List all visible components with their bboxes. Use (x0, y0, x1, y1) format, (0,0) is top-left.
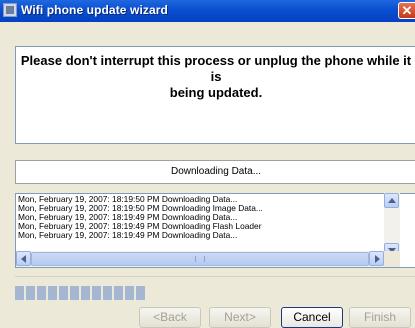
wizard-window: Wifi phone update wizard ✕ Please don't … (0, 0, 415, 328)
scroll-right-button[interactable] (369, 251, 384, 266)
arrow-left-icon (21, 255, 26, 263)
scroll-left-button[interactable] (16, 251, 31, 266)
status-text: Downloading Data... (170, 166, 262, 177)
status-field: Downloading Data... (15, 160, 415, 184)
horizontal-scroll-thumb[interactable] (31, 252, 369, 266)
warning-line-1: Please don't interrupt this process or u… (20, 53, 412, 84)
progress-segment (37, 286, 46, 300)
cancel-button[interactable]: Cancel (281, 307, 343, 328)
log-horizontal-scrollbar[interactable] (16, 251, 384, 267)
arrow-up-icon (388, 198, 396, 203)
separator (15, 276, 415, 277)
progress-segment (114, 286, 123, 300)
progress-segment (26, 286, 35, 300)
progress-segment (81, 286, 90, 300)
close-button[interactable]: ✕ (398, 2, 415, 19)
progress-segment (48, 286, 57, 300)
progress-segment (125, 286, 134, 300)
progress-bar (15, 286, 415, 300)
progress-segment (103, 286, 112, 300)
finish-button[interactable]: Finish (349, 307, 411, 328)
next-button[interactable]: Next> (209, 307, 271, 328)
progress-segment (136, 286, 145, 300)
scroll-up-button[interactable] (384, 193, 399, 208)
title-bar[interactable]: Wifi phone update wizard ✕ (0, 0, 415, 22)
grip-icon (195, 256, 205, 262)
progress-segment (70, 286, 79, 300)
progress-segment (59, 286, 68, 300)
log-vertical-scrollbar[interactable] (384, 193, 400, 258)
arrow-right-icon (375, 255, 380, 263)
scrollbar-corner (384, 251, 400, 267)
log-line: Mon, February 19, 2007: 18:19:49 PM Down… (18, 230, 238, 240)
window-title: Wifi phone update wizard (21, 3, 168, 17)
warning-message: Please don't interrupt this process or u… (16, 53, 415, 101)
close-icon: ✕ (401, 3, 413, 18)
app-window-icon (3, 3, 17, 17)
back-button[interactable]: <Back (139, 307, 201, 328)
warning-line-2: being updated. (169, 85, 263, 100)
progress-segment (92, 286, 101, 300)
progress-segment (15, 286, 24, 300)
message-panel: Please don't interrupt this process or u… (15, 46, 415, 144)
